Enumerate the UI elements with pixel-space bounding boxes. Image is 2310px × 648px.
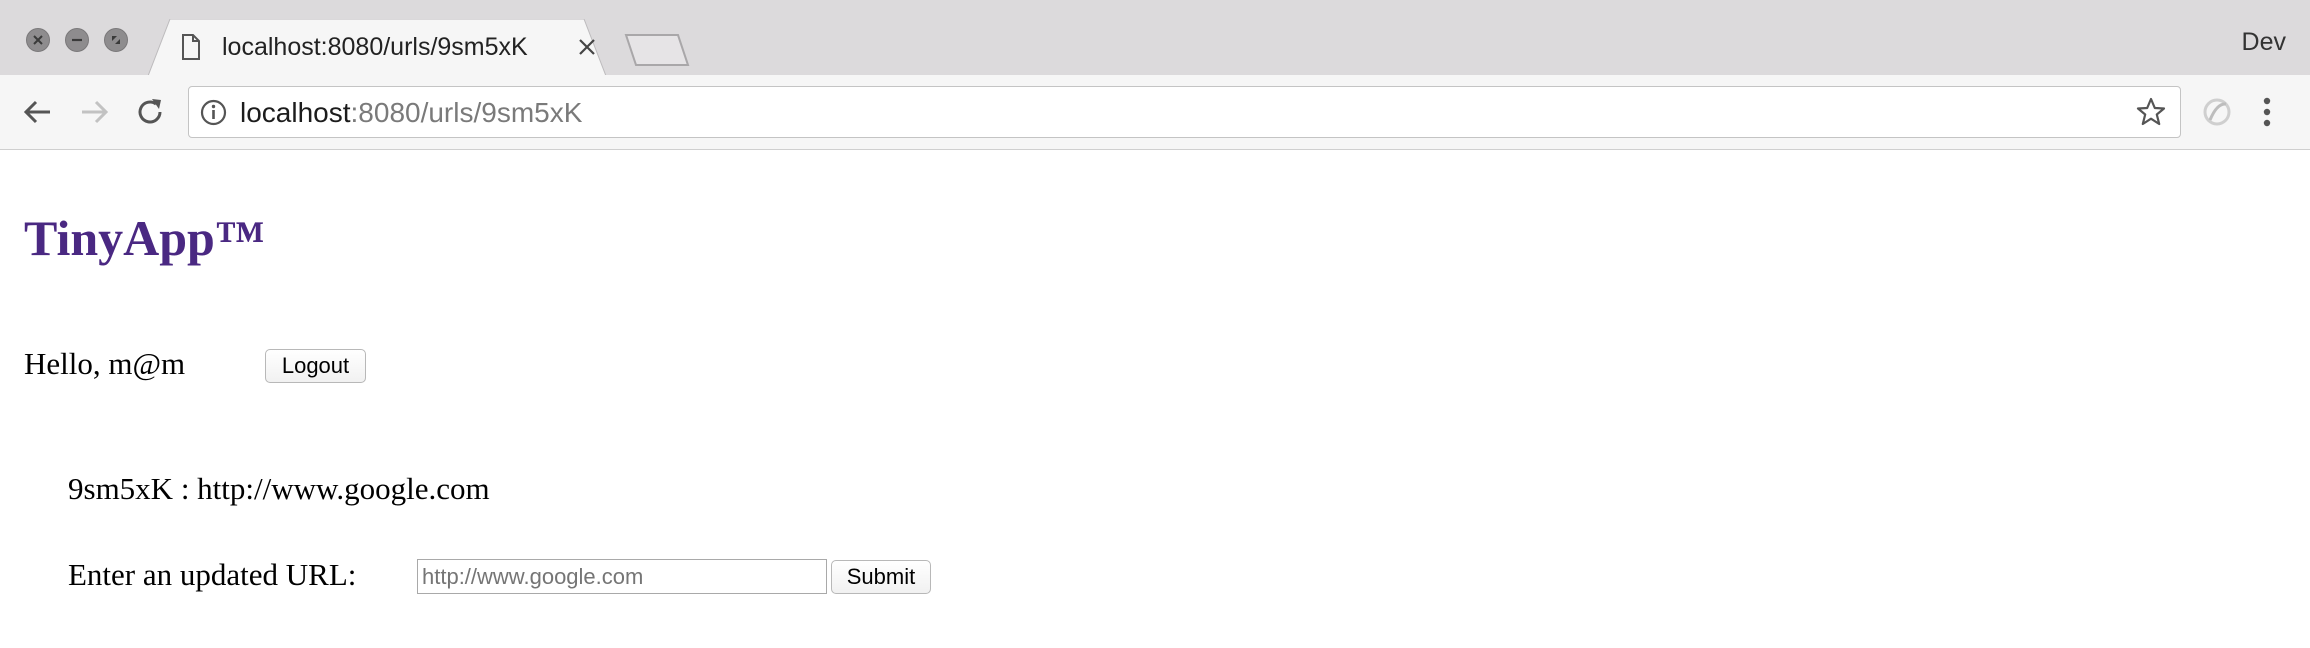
update-url-label: Enter an updated URL: — [68, 557, 357, 592]
more-menu-icon[interactable] — [2262, 96, 2272, 128]
minimize-window-button[interactable] — [65, 28, 89, 52]
tab-title: localhost:8080/urls/9sm5xK — [222, 33, 528, 61]
site-info-icon[interactable] — [200, 99, 227, 126]
fullscreen-icon — [112, 36, 120, 44]
address-text[interactable]: localhost:8080/urls/9sm5xK — [240, 96, 582, 130]
fullscreen-window-button[interactable] — [104, 28, 128, 52]
address-host: localhost — [240, 97, 351, 128]
page-icon — [182, 34, 200, 60]
minimize-icon — [72, 38, 82, 42]
greeting-text: Hello, m@m — [24, 346, 186, 381]
close-icon — [33, 35, 43, 45]
app-brand-title: TinyApp™ — [24, 210, 265, 266]
extension-icon[interactable] — [2200, 97, 2234, 127]
tab-close-icon[interactable] — [577, 37, 597, 57]
address-path: :8080/urls/9sm5xK — [350, 97, 583, 128]
close-window-button[interactable] — [26, 28, 50, 52]
new-tab-button[interactable] — [622, 32, 692, 68]
update-url-input[interactable] — [417, 559, 827, 594]
bookmark-star-icon[interactable] — [2136, 97, 2166, 127]
page-content: TinyApp™ Hello, m@m Logout 9sm5xK : http… — [0, 150, 2310, 648]
forward-arrow-icon[interactable] — [76, 94, 112, 130]
back-arrow-icon[interactable] — [20, 94, 56, 130]
reload-icon[interactable] — [132, 94, 168, 130]
short-url-mapping: 9sm5xK : http://www.google.com — [68, 471, 490, 506]
submit-button[interactable]: Submit — [831, 560, 931, 594]
logout-button[interactable]: Logout — [265, 349, 366, 383]
profile-name[interactable]: Dev — [2242, 26, 2286, 58]
